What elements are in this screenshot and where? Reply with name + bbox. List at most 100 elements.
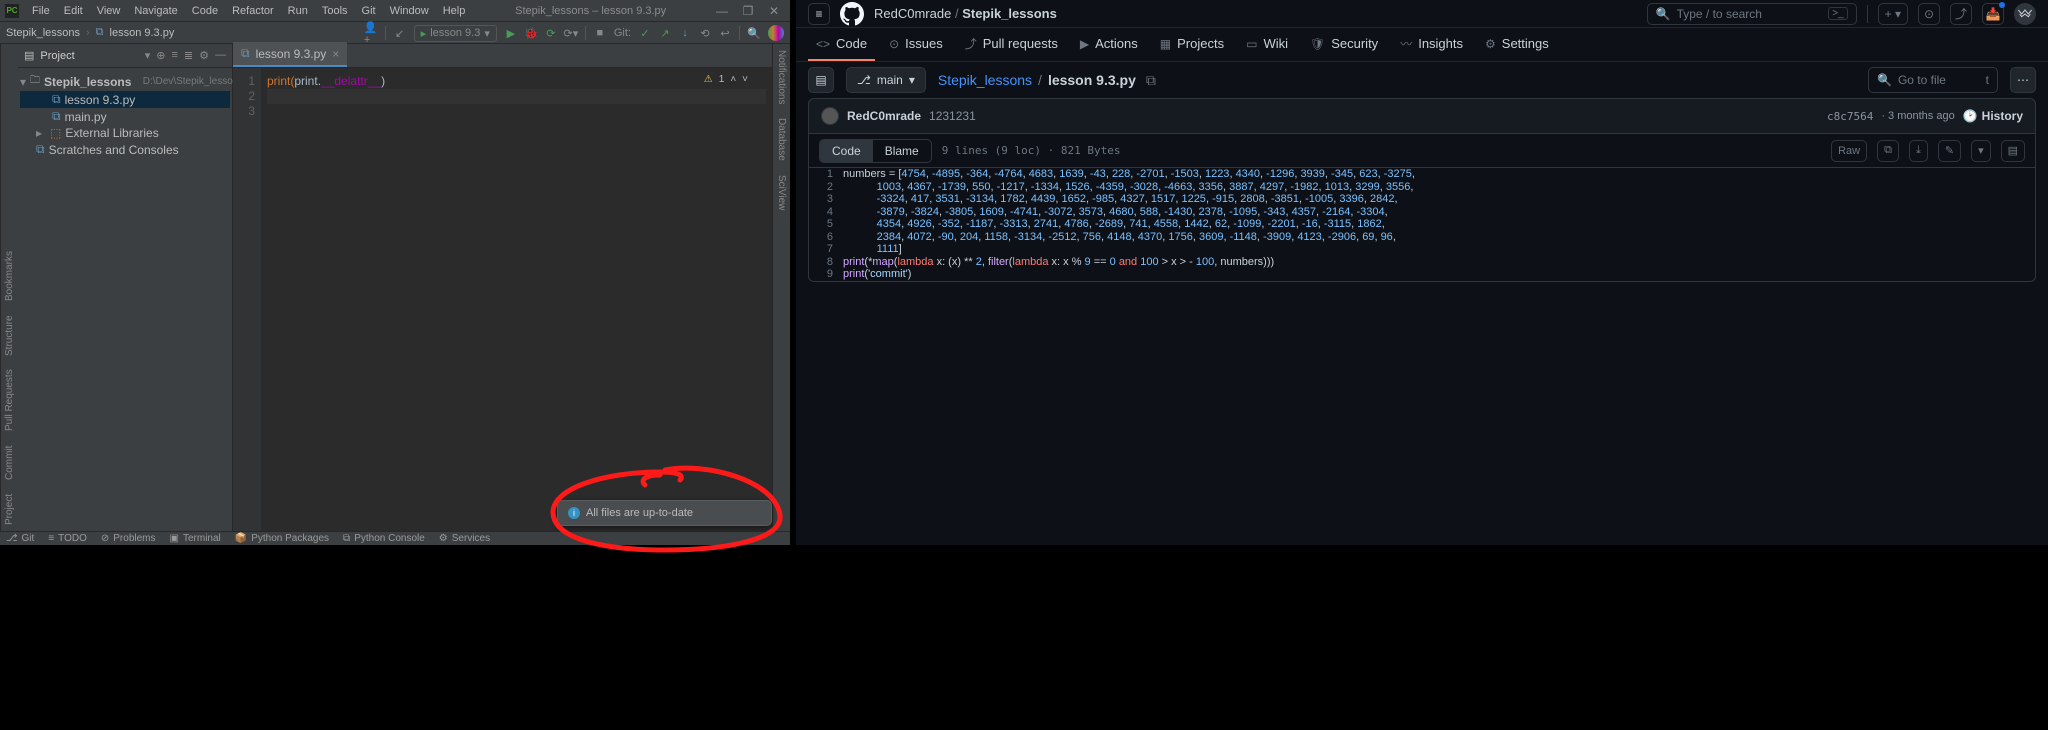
warning-icon[interactable]: ⚠ xyxy=(704,74,713,85)
search-everywhere-icon[interactable]: 🔍 xyxy=(748,27,760,39)
hide-panel-icon[interactable]: — xyxy=(215,49,226,62)
breadcrumb-owner[interactable]: RedC0mrade xyxy=(874,6,951,21)
tree-root[interactable]: ▾🗀 Stepik_lessons D:\Dev\Stepik_lessons xyxy=(20,72,230,91)
tree-file-main[interactable]: ⧉main.py xyxy=(20,108,230,125)
editor-tab[interactable]: ⧉ lesson 9.3.py × xyxy=(233,42,347,67)
sidebar-database-tab[interactable]: Database xyxy=(776,118,787,161)
menu-refactor[interactable]: Refactor xyxy=(226,3,280,19)
search-input[interactable]: 🔍 Type / to search >_ xyxy=(1647,3,1857,25)
nav-actions[interactable]: ▶Actions xyxy=(1072,29,1146,61)
menu-window[interactable]: Window xyxy=(384,3,435,19)
collapse-all-icon[interactable]: ≣ xyxy=(184,49,193,62)
sidebar-structure-tab[interactable]: Structure xyxy=(4,315,15,356)
inbox-icon[interactable]: 📥 xyxy=(1982,3,2004,25)
status-packages[interactable]: 📦Python Packages xyxy=(235,533,329,544)
crumb-project[interactable]: Stepik_lessons xyxy=(6,27,80,39)
tree-external-libs[interactable]: ▸⬚External Libraries xyxy=(20,125,230,141)
file-tree-toggle-icon[interactable]: ▤ xyxy=(808,67,834,93)
status-terminal[interactable]: ▣Terminal xyxy=(170,533,221,544)
menu-navigate[interactable]: Navigate xyxy=(128,3,183,19)
nav-issues[interactable]: ⊙Issues xyxy=(881,29,951,61)
git-pull-icon[interactable]: ↓ xyxy=(679,27,691,39)
commit-message[interactable]: 1231231 xyxy=(929,109,976,123)
status-console[interactable]: ⧉Python Console xyxy=(343,533,425,544)
menu-code[interactable]: Code xyxy=(186,3,224,19)
ide-settings-icon[interactable] xyxy=(768,25,784,41)
git-update-icon[interactable]: ✓ xyxy=(639,27,651,39)
avatar[interactable] xyxy=(2014,3,2036,25)
hamburger-icon[interactable]: ≡ xyxy=(808,3,830,25)
code-blame-toggle[interactable]: Code Blame xyxy=(819,139,932,163)
chevron-down-icon[interactable]: ˅ xyxy=(742,74,748,85)
stop-icon[interactable]: ■ xyxy=(594,27,606,39)
copy-icon[interactable]: ⧉ xyxy=(1877,140,1899,162)
history-button[interactable]: 🕑History xyxy=(1963,109,2023,123)
profile-icon[interactable]: ⟳▾ xyxy=(565,27,577,39)
run-icon[interactable]: ▶ xyxy=(505,27,517,39)
more-actions-button[interactable]: ⋯ xyxy=(2010,67,2036,93)
crumb-file[interactable]: lesson 9.3.py xyxy=(110,27,175,39)
chevron-down-icon[interactable]: ▾ xyxy=(1971,140,1991,162)
issues-tray-icon[interactable]: ⊙ xyxy=(1918,3,1940,25)
git-revert-icon[interactable]: ↩ xyxy=(719,27,731,39)
breadcrumb-repo[interactable]: Stepik_lessons xyxy=(962,6,1057,21)
debug-icon[interactable]: 🐞 xyxy=(525,27,537,39)
nav-security[interactable]: 🛡Security xyxy=(1302,29,1386,61)
run-config-selector[interactable]: ▸ lesson 9.3 ▾ xyxy=(414,25,497,42)
symbols-icon[interactable]: ▤ xyxy=(2001,140,2025,162)
status-git[interactable]: ⎇Git xyxy=(6,533,34,544)
edit-pencil-icon[interactable]: ✎ xyxy=(1938,140,1961,162)
locate-icon[interactable]: ⊕ xyxy=(156,49,165,62)
sidebar-pr-tab[interactable]: Pull Requests xyxy=(4,370,15,432)
create-new-button[interactable]: + ▾ xyxy=(1878,3,1908,25)
status-todo[interactable]: ≡TODO xyxy=(48,533,87,544)
avatar[interactable] xyxy=(821,107,839,125)
git-push-icon[interactable]: ↗ xyxy=(659,27,671,39)
close-tab-icon[interactable]: × xyxy=(332,47,339,61)
tree-file-lesson[interactable]: ⧉lesson 9.3.py xyxy=(20,91,230,108)
sidebar-bookmarks-tab[interactable]: Bookmarks xyxy=(4,251,15,301)
menu-help[interactable]: Help xyxy=(437,3,472,19)
sidebar-notifications-tab[interactable]: Notifications xyxy=(776,50,787,104)
code-editor[interactable]: print(print.__delattr__) xyxy=(261,68,772,531)
breadcrumb-repo-link[interactable]: Stepik_lessons xyxy=(938,72,1032,88)
download-icon[interactable]: ⤓ xyxy=(1909,140,1928,162)
nav-code[interactable]: <>Code xyxy=(808,29,875,61)
chevron-up-icon[interactable]: ˄ xyxy=(730,74,736,85)
status-services[interactable]: ⚙Services xyxy=(439,533,490,544)
add-config-icon[interactable]: 👤+ xyxy=(365,27,377,39)
menu-edit[interactable]: Edit xyxy=(58,3,89,19)
nav-settings[interactable]: ⚙Settings xyxy=(1477,29,1557,61)
git-history-icon[interactable]: ⟲ xyxy=(699,27,711,39)
code-view[interactable]: 1numbers = [4754, -4895, -364, -4764, 46… xyxy=(808,168,2036,282)
commit-author[interactable]: RedC0mrade xyxy=(847,109,921,123)
go-to-file-input[interactable]: 🔍 Go to file t xyxy=(1868,67,1998,93)
nav-projects[interactable]: ▦Projects xyxy=(1152,29,1232,61)
status-problems[interactable]: ⊘Problems xyxy=(101,533,156,544)
sidebar-project-tab[interactable]: Project xyxy=(4,494,15,525)
pull-requests-tray-icon[interactable]: ⤴ xyxy=(1950,3,1972,25)
close-icon[interactable]: ✕ xyxy=(762,2,786,20)
sidebar-sciview-tab[interactable]: SciView xyxy=(776,175,787,210)
settings-gear-icon[interactable]: ⚙ xyxy=(199,49,209,62)
nav-pull-requests[interactable]: ⤴Pull requests xyxy=(957,29,1066,61)
raw-button[interactable]: Raw xyxy=(1831,140,1867,162)
tab-code[interactable]: Code xyxy=(820,140,873,162)
menu-run[interactable]: Run xyxy=(282,3,314,19)
menu-git[interactable]: Git xyxy=(356,3,382,19)
copy-path-icon[interactable]: ⧉ xyxy=(1146,72,1156,89)
chevron-down-icon[interactable]: ▾ xyxy=(145,49,151,62)
menu-view[interactable]: View xyxy=(91,3,127,19)
minimize-icon[interactable]: — xyxy=(710,2,734,20)
tab-blame[interactable]: Blame xyxy=(873,140,931,162)
nav-insights[interactable]: 〰Insights xyxy=(1392,29,1471,61)
project-panel-title[interactable]: Project xyxy=(40,50,138,62)
branch-select-button[interactable]: ⎇ main ▾ xyxy=(846,67,926,93)
nav-wiki[interactable]: ▭Wiki xyxy=(1238,29,1296,61)
sidebar-commit-tab[interactable]: Commit xyxy=(4,445,15,479)
maximize-icon[interactable]: ❐ xyxy=(736,2,760,20)
branch-icon[interactable]: ↙ xyxy=(394,27,406,39)
github-logo-icon[interactable] xyxy=(840,2,864,26)
menu-tools[interactable]: Tools xyxy=(316,3,354,19)
commit-sha[interactable]: c8c7564 xyxy=(1827,110,1873,123)
